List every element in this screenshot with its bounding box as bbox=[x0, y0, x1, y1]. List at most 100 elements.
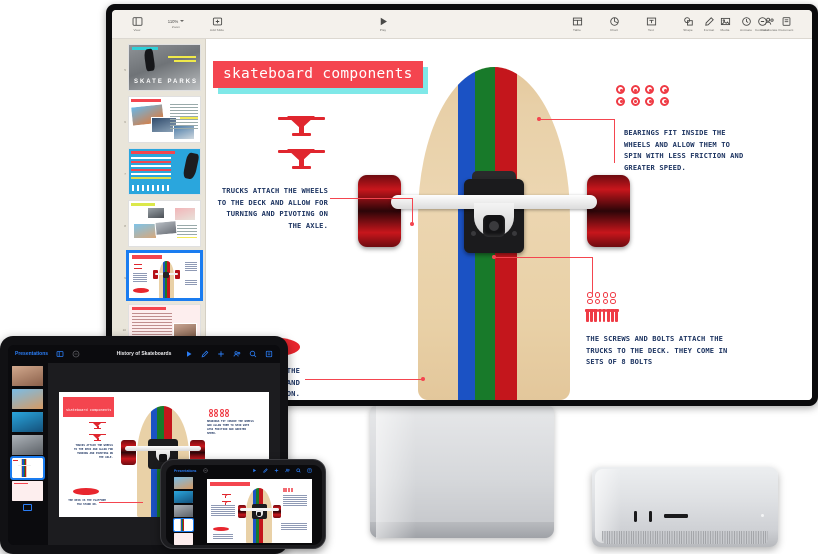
slide-number: 10 bbox=[122, 328, 126, 332]
callout-text-trucks[interactable]: TRUCKS ATTACH THE WHEELS TO THE DECK AND… bbox=[216, 185, 328, 231]
connector-dot-deck bbox=[421, 377, 425, 381]
list-item[interactable] bbox=[12, 366, 43, 386]
chart-icon bbox=[609, 16, 620, 27]
play-icon[interactable] bbox=[252, 468, 257, 473]
mini-title-text: skateboard components bbox=[66, 407, 112, 412]
search-icon[interactable] bbox=[249, 350, 257, 358]
list-item[interactable]: 8 bbox=[121, 200, 201, 247]
slide-thumbnail-deck-photos[interactable] bbox=[127, 200, 201, 247]
list-item[interactable]: 5 SKATE PARKS bbox=[121, 44, 201, 91]
add-icon[interactable] bbox=[274, 468, 279, 473]
search-icon[interactable] bbox=[296, 468, 301, 473]
add-slide-label: Add Slide bbox=[209, 28, 225, 33]
mini-callout-trucks: TRUCKS ATTACH THE WHEELS TO THE DECK AND… bbox=[73, 443, 113, 459]
mini-wheel-left bbox=[237, 504, 246, 518]
back-to-presentations-button[interactable]: Presentations bbox=[15, 351, 48, 357]
bearing-icon bbox=[630, 85, 640, 94]
wheel-right bbox=[587, 175, 630, 247]
animate-button[interactable]: Animate bbox=[733, 16, 759, 33]
display-stand bbox=[370, 406, 554, 538]
add-slide-button[interactable]: Add Slide bbox=[202, 16, 232, 33]
list-item[interactable]: 6 bbox=[121, 96, 201, 143]
toolbar-right-group: Format Animate Document bbox=[696, 16, 802, 33]
list-item[interactable] bbox=[174, 505, 193, 517]
text-button[interactable]: Text bbox=[638, 16, 664, 32]
document-button[interactable]: Document bbox=[770, 16, 802, 33]
back-to-presentations-button[interactable]: Presentations bbox=[174, 469, 196, 473]
connector-dot-bolts bbox=[492, 255, 496, 259]
pen-icon[interactable] bbox=[263, 468, 268, 473]
usb-c-port bbox=[634, 511, 637, 522]
undo-icon[interactable] bbox=[72, 350, 80, 358]
chart-button[interactable]: Chart bbox=[601, 16, 627, 32]
list-item[interactable] bbox=[12, 435, 43, 455]
slide-thumbnail-skate-parks[interactable]: SKATE PARKS bbox=[127, 44, 201, 91]
slide-canvas[interactable]: skateboard components TRUCKS ATTACH THE … bbox=[206, 39, 812, 400]
pen-icon[interactable] bbox=[201, 350, 209, 358]
device-lineup-scene: View 110% Zoom Add Slide Play Table Char… bbox=[0, 0, 818, 554]
play-icon bbox=[378, 16, 389, 27]
navigator-icon[interactable] bbox=[56, 350, 64, 358]
list-item[interactable] bbox=[12, 481, 43, 501]
page-title: skateboard components bbox=[223, 66, 413, 82]
zoom-control[interactable]: 110% bbox=[168, 19, 185, 24]
document-icon bbox=[781, 16, 792, 27]
iphone-device: Presentations bbox=[160, 459, 326, 549]
slide-number: 6 bbox=[124, 120, 126, 124]
mobile-slide-navigator[interactable] bbox=[8, 363, 48, 545]
callout-text-bearings[interactable]: BEARINGS FIT INSIDE THE WHEELS AND ALLOW… bbox=[624, 127, 748, 173]
undo-icon[interactable] bbox=[203, 468, 209, 473]
iphone-slide-canvas[interactable] bbox=[206, 478, 312, 543]
play-label: Play bbox=[379, 28, 387, 33]
list-item[interactable] bbox=[174, 533, 193, 545]
trucks-icon-group bbox=[278, 111, 325, 177]
list-item[interactable] bbox=[12, 412, 43, 432]
iphone-slide-canvas-area bbox=[196, 476, 322, 545]
mini-trucks-icon bbox=[89, 420, 106, 442]
slide-thumbnail-skateboard-components[interactable] bbox=[125, 250, 204, 301]
list-item-selected[interactable] bbox=[10, 456, 45, 480]
animate-label: Animate bbox=[739, 28, 753, 33]
collaborate-icon[interactable] bbox=[285, 468, 290, 473]
mini-callout-deck: THE DECK IS THE PLATFORM YOU STAND ON. bbox=[68, 498, 106, 506]
format-button[interactable]: Format bbox=[696, 16, 722, 32]
mount-bolt bbox=[512, 231, 517, 236]
table-button[interactable]: Table bbox=[564, 16, 590, 32]
truck-icon-base bbox=[292, 166, 311, 170]
collaborate-icon[interactable] bbox=[233, 350, 241, 358]
play-icon[interactable] bbox=[185, 350, 193, 358]
animate-icon bbox=[741, 16, 752, 27]
add-slide-button[interactable] bbox=[23, 504, 32, 511]
list-item[interactable]: 7 bbox=[121, 148, 201, 195]
truck-icon-base bbox=[292, 133, 311, 137]
zoom-button[interactable]: 110% Zoom bbox=[161, 19, 191, 30]
document-label: Document bbox=[778, 28, 794, 33]
mount-bolt bbox=[471, 231, 476, 236]
zoom-label: Zoom bbox=[171, 25, 181, 30]
slide-thumbnail-blue-chart[interactable] bbox=[127, 148, 201, 195]
bearing-icon bbox=[659, 96, 669, 106]
callout-text-screws-bolts[interactable]: THE SCREWS AND BOLTS ATTACH THE TRUCKS T… bbox=[586, 333, 736, 368]
add-slide-icon bbox=[212, 16, 223, 27]
connector-dot-trucks bbox=[410, 222, 414, 226]
slide-title[interactable]: skateboard components bbox=[213, 61, 428, 94]
wheel-left bbox=[358, 175, 401, 247]
add-icon[interactable] bbox=[217, 350, 225, 358]
truck-icon bbox=[278, 144, 325, 170]
mini-wheel-right bbox=[272, 504, 281, 518]
list-item[interactable] bbox=[174, 477, 193, 489]
view-button[interactable]: View bbox=[124, 16, 150, 32]
mini-bearings-icon bbox=[209, 408, 230, 418]
list-item[interactable] bbox=[12, 389, 43, 409]
connector-line-trucks-v bbox=[412, 198, 414, 224]
list-item-selected[interactable] bbox=[173, 518, 194, 532]
format-icon bbox=[704, 16, 715, 27]
iphone-slide-navigator[interactable] bbox=[172, 476, 196, 545]
list-item[interactable] bbox=[174, 491, 193, 503]
play-button[interactable]: Play bbox=[370, 16, 396, 33]
slide-thumbnail-photo-collage[interactable] bbox=[127, 96, 201, 143]
format-icon[interactable] bbox=[307, 468, 312, 473]
format-icon[interactable] bbox=[265, 350, 273, 358]
title-background: skateboard components bbox=[213, 61, 423, 88]
list-item[interactable]: 9 bbox=[121, 250, 204, 301]
